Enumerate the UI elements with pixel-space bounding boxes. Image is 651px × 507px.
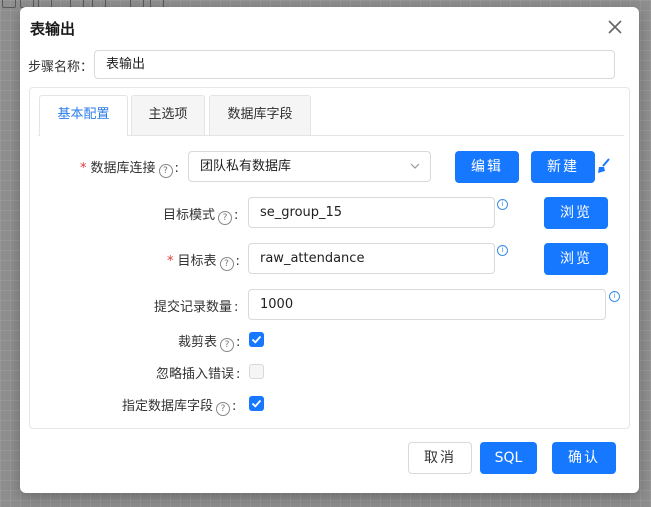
dialog-title: 表输出 — [30, 20, 76, 38]
truncate-table-label: 裁剪表?: — [178, 335, 241, 352]
new-button[interactable]: 新建 — [531, 151, 595, 183]
confirm-button[interactable]: 确认 — [552, 442, 616, 474]
cancel-button[interactable]: 取消 — [408, 442, 472, 474]
question-icon: ? — [158, 164, 173, 178]
db-connection-value: 团队私有数据库 — [200, 159, 292, 174]
chevron-down-icon — [410, 163, 420, 169]
info-icon: i — [497, 199, 508, 210]
question-icon: ? — [216, 402, 231, 416]
target-schema-label: 目标模式?: — [163, 208, 239, 225]
sql-button[interactable]: SQL — [480, 442, 537, 474]
specify-db-fields-label: 指定数据库字段?: — [122, 399, 237, 416]
db-connection-select[interactable]: 团队私有数据库 — [188, 151, 431, 182]
question-icon: ? — [220, 338, 235, 352]
commit-size-label: 提交记录数量: — [154, 300, 239, 315]
specify-db-fields-checkbox[interactable] — [249, 396, 264, 411]
ignore-insert-errors-label: 忽略插入错误: — [156, 367, 241, 382]
db-connection-label: * 数据库连接?: — [80, 161, 179, 178]
tab-db-fields[interactable]: 数据库字段 — [209, 95, 311, 135]
info-icon: i — [497, 245, 508, 256]
checkmark-icon — [251, 399, 262, 408]
truncate-table-checkbox[interactable] — [249, 332, 264, 347]
ignore-insert-errors-checkbox[interactable] — [249, 364, 264, 379]
browse-schema-button[interactable]: 浏览 — [544, 197, 608, 229]
step-name-input[interactable]: 表输出 — [94, 50, 615, 79]
question-icon: ? — [218, 211, 233, 225]
commit-size-input[interactable]: 1000 — [248, 289, 606, 320]
table-output-dialog: 表输出 步骤名称： 表输出 基本配置 主选项 数据库字段 * 数据库连接?: 团队… — [20, 7, 639, 493]
edit-button[interactable]: 编辑 — [455, 151, 519, 183]
tab-main-options[interactable]: 主选项 — [131, 95, 205, 135]
tab-bar: 基本配置 主选项 数据库字段 — [38, 95, 624, 136]
tab-basic-config[interactable]: 基本配置 — [39, 95, 128, 136]
target-table-input[interactable]: raw_attendance — [248, 243, 495, 274]
question-icon: ? — [219, 257, 234, 271]
target-schema-input[interactable]: se_group_15 — [248, 197, 495, 228]
brush-icon[interactable] — [596, 158, 612, 174]
browse-table-button[interactable]: 浏览 — [544, 243, 608, 275]
info-icon: i — [609, 291, 620, 302]
checkmark-icon — [251, 335, 262, 344]
target-table-label: * 目标表?: — [167, 254, 240, 271]
step-name-label: 步骤名称： — [28, 60, 94, 75]
close-icon[interactable] — [605, 17, 625, 37]
